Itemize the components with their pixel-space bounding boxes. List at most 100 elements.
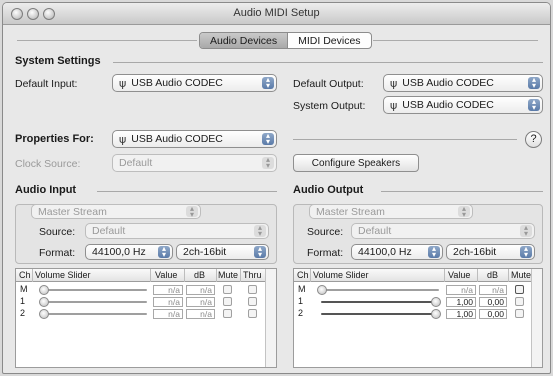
system-output-popup[interactable]: ψ USB Audio CODEC ▴ ▾ [383, 96, 543, 114]
default-output-popup[interactable]: ψ USB Audio CODEC ▴ ▾ [383, 74, 543, 92]
row-db[interactable]: n/a [186, 309, 215, 319]
usb-icon: ψ [119, 76, 127, 90]
input-col-mute: Mute [218, 270, 239, 280]
mute-checkbox[interactable] [223, 285, 232, 294]
default-output-value: USB Audio CODEC [402, 77, 494, 89]
updown-arrows-icon: ▴ ▾ [428, 245, 440, 259]
input-col-volume: Volume Slider [35, 270, 91, 280]
properties-device-popup[interactable]: ψ USB Audio CODEC ▴ ▾ [112, 130, 277, 148]
input-bits-popup[interactable]: 2ch-16bit ▴ ▾ [176, 244, 269, 260]
input-col-db: dB [194, 270, 206, 280]
output-bits-popup[interactable]: 2ch-16bit ▴ ▾ [446, 244, 535, 260]
mute-checkbox[interactable] [515, 297, 524, 306]
row-db[interactable]: n/a [186, 297, 215, 307]
row-channel: M [20, 284, 28, 294]
thru-checkbox[interactable] [248, 309, 257, 318]
input-source-value: Default [92, 225, 126, 237]
row-channel: 2 [20, 308, 26, 318]
output-rate-popup[interactable]: 44100,0 Hz ▴ ▾ [351, 244, 443, 260]
audio-midi-setup-window: Audio MIDI Setup Audio Devices MIDI Devi… [2, 2, 551, 374]
row-value[interactable]: n/a [446, 285, 476, 295]
tab-midi-devices[interactable]: MIDI Devices [288, 33, 370, 48]
row-value[interactable]: n/a [153, 297, 183, 307]
volume-slider[interactable] [321, 289, 439, 291]
volume-slider[interactable] [43, 301, 147, 303]
input-source-popup[interactable]: Default ▴ ▾ [85, 223, 269, 239]
tab-audio-devices[interactable]: Audio Devices [200, 33, 289, 48]
input-col-thru: Thru [243, 270, 262, 280]
mute-checkbox[interactable] [515, 309, 524, 318]
mute-checkbox[interactable] [223, 297, 232, 306]
clock-source-popup[interactable]: Default ▴ ▾ [112, 154, 277, 172]
volume-knob[interactable] [39, 285, 49, 295]
configure-speakers-button[interactable]: Configure Speakers [293, 154, 419, 172]
tab-divider-right [373, 40, 538, 41]
row-value[interactable]: n/a [153, 309, 183, 319]
volume-knob[interactable] [39, 309, 49, 319]
row-db[interactable]: n/a [186, 285, 215, 295]
row-db[interactable]: n/a [479, 285, 507, 295]
updown-arrows-icon: ▴ ▾ [458, 205, 470, 219]
system-settings-heading: System Settings [15, 55, 101, 67]
section-divider [293, 139, 517, 140]
row-db[interactable]: 0,00 [479, 309, 507, 319]
input-format-label: Format: [39, 247, 76, 259]
row-channel: 1 [20, 296, 26, 306]
default-input-popup[interactable]: ψ USB Audio CODEC ▴ ▾ [112, 74, 277, 92]
system-output-label: System Output: [293, 100, 366, 112]
usb-icon: ψ [390, 76, 398, 90]
thru-checkbox[interactable] [248, 285, 257, 294]
row-value[interactable]: 1,00 [446, 309, 476, 319]
audio-devices-panel: System Settings Default Input: ψ USB Aud… [11, 53, 544, 369]
input-channel-table: Ch Volume Slider Value dB Mute Thru M n/… [15, 268, 277, 368]
input-col-value: Value [155, 270, 178, 280]
audio-output-heading: Audio Output [293, 184, 364, 196]
updown-arrows-icon: ▴ ▾ [262, 156, 274, 170]
thru-checkbox[interactable] [248, 297, 257, 306]
title-bar: Audio MIDI Setup [3, 3, 550, 25]
output-rate-value: 44100,0 Hz [358, 246, 412, 258]
updown-arrows-icon: ▴ ▾ [158, 245, 170, 259]
row-value[interactable]: n/a [153, 285, 183, 295]
updown-arrows-icon: ▴ ▾ [520, 245, 532, 259]
output-source-popup[interactable]: Default ▴ ▾ [351, 223, 535, 239]
section-divider [381, 191, 543, 192]
volume-knob[interactable] [431, 297, 441, 307]
clock-source-label: Clock Source: [15, 158, 81, 170]
volume-slider[interactable] [321, 313, 439, 315]
volume-knob[interactable] [39, 297, 49, 307]
section-divider [97, 191, 277, 192]
volume-slider[interactable] [321, 301, 439, 303]
output-col-db: dB [487, 270, 499, 280]
updown-arrows-icon: ▴ ▾ [262, 132, 274, 146]
mute-checkbox[interactable] [515, 285, 524, 294]
input-rate-popup[interactable]: 44100,0 Hz ▴ ▾ [85, 244, 173, 260]
usb-icon: ψ [119, 132, 127, 146]
row-channel: M [298, 284, 306, 294]
volume-knob[interactable] [431, 309, 441, 319]
usb-icon: ψ [390, 98, 398, 112]
updown-arrows-icon: ▴ ▾ [528, 76, 540, 90]
properties-device-value: USB Audio CODEC [131, 133, 223, 145]
row-value[interactable]: 1,00 [446, 297, 476, 307]
updown-arrows-icon: ▴ ▾ [528, 98, 540, 112]
output-stream-value: Master Stream [316, 205, 385, 218]
system-output-value: USB Audio CODEC [402, 99, 494, 111]
help-icon[interactable]: ? [525, 131, 542, 148]
volume-knob[interactable] [317, 285, 327, 295]
default-input-label: Default Input: [15, 78, 78, 90]
output-col-mute: Mute [511, 270, 532, 280]
output-table-scrollbar[interactable] [531, 269, 542, 367]
row-db[interactable]: 0,00 [479, 297, 507, 307]
input-table-scrollbar[interactable] [265, 269, 276, 367]
output-stream-popup[interactable]: Master Stream ▴ ▾ [309, 204, 473, 219]
input-stream-popup[interactable]: Master Stream ▴ ▾ [31, 204, 201, 219]
input-table-header: Ch Volume Slider Value dB Mute Thru [16, 269, 276, 282]
volume-slider[interactable] [43, 313, 147, 315]
output-source-label: Source: [307, 226, 344, 238]
volume-slider[interactable] [43, 289, 147, 291]
output-channel-table: Ch Volume Slider Value dB Mute M n/a n/a… [293, 268, 543, 368]
window-title: Audio MIDI Setup [233, 7, 320, 19]
output-table-header: Ch Volume Slider Value dB Mute [294, 269, 542, 282]
mute-checkbox[interactable] [223, 309, 232, 318]
